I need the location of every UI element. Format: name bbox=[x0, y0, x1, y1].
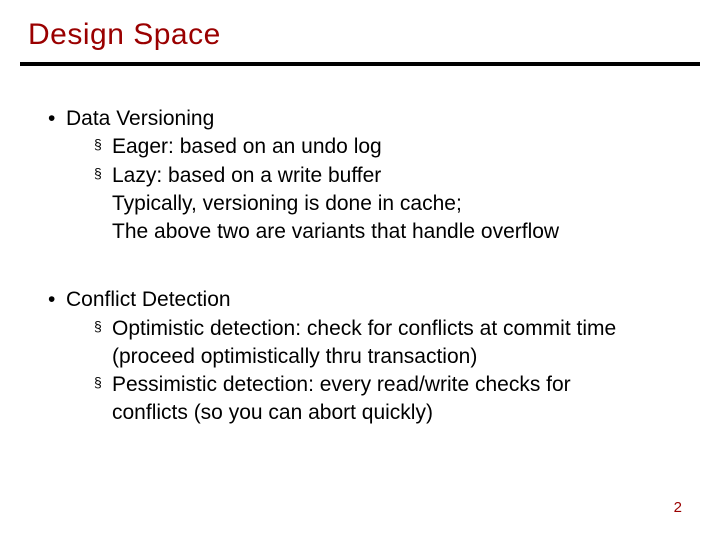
bullet-icon: • bbox=[48, 287, 55, 313]
square-bullet-icon: § bbox=[94, 136, 102, 154]
level1-item: • Conflict Detection bbox=[48, 287, 672, 313]
level2-text: Pessimistic detection: every read/write … bbox=[112, 373, 571, 396]
bullet-group-1: • Conflict Detection § Optimistic detect… bbox=[48, 287, 672, 426]
level1-text: Conflict Detection bbox=[66, 288, 231, 311]
level2-text: (proceed optimistically thru transaction… bbox=[112, 345, 477, 368]
slide-title: Design Space bbox=[28, 18, 221, 51]
level2-text: Typically, versioning is done in cache; bbox=[112, 192, 462, 215]
page-number: 2 bbox=[674, 499, 682, 516]
level2-item: § Optimistic detection: check for confli… bbox=[48, 316, 672, 342]
level2-text: Eager: based on an undo log bbox=[112, 135, 382, 158]
level1-item: • Data Versioning bbox=[48, 106, 672, 132]
slide-body: • Data Versioning § Eager: based on an u… bbox=[0, 66, 720, 427]
level1-text: Data Versioning bbox=[66, 107, 214, 130]
level2-text: Lazy: based on a write buffer bbox=[112, 164, 381, 187]
title-wrap: Design Space bbox=[0, 0, 720, 56]
bullet-icon: • bbox=[48, 106, 55, 132]
level2-continuation: The above two are variants that handle o… bbox=[48, 219, 672, 245]
level2-text: conflicts (so you can abort quickly) bbox=[112, 401, 433, 424]
square-bullet-icon: § bbox=[94, 165, 102, 183]
level2-text: Optimistic detection: check for conflict… bbox=[112, 317, 616, 340]
level2-continuation: conflicts (so you can abort quickly) bbox=[48, 400, 672, 426]
level2-text: The above two are variants that handle o… bbox=[112, 220, 559, 243]
square-bullet-icon: § bbox=[94, 374, 102, 392]
level2-item: § Lazy: based on a write buffer bbox=[48, 163, 672, 189]
level2-continuation: (proceed optimistically thru transaction… bbox=[48, 344, 672, 370]
level2-item: § Pessimistic detection: every read/writ… bbox=[48, 372, 672, 398]
level2-continuation: Typically, versioning is done in cache; bbox=[48, 191, 672, 217]
level2-item: § Eager: based on an undo log bbox=[48, 134, 672, 160]
square-bullet-icon: § bbox=[94, 318, 102, 336]
bullet-group-0: • Data Versioning § Eager: based on an u… bbox=[48, 106, 672, 245]
slide: Design Space • Data Versioning § Eager: … bbox=[0, 0, 720, 540]
